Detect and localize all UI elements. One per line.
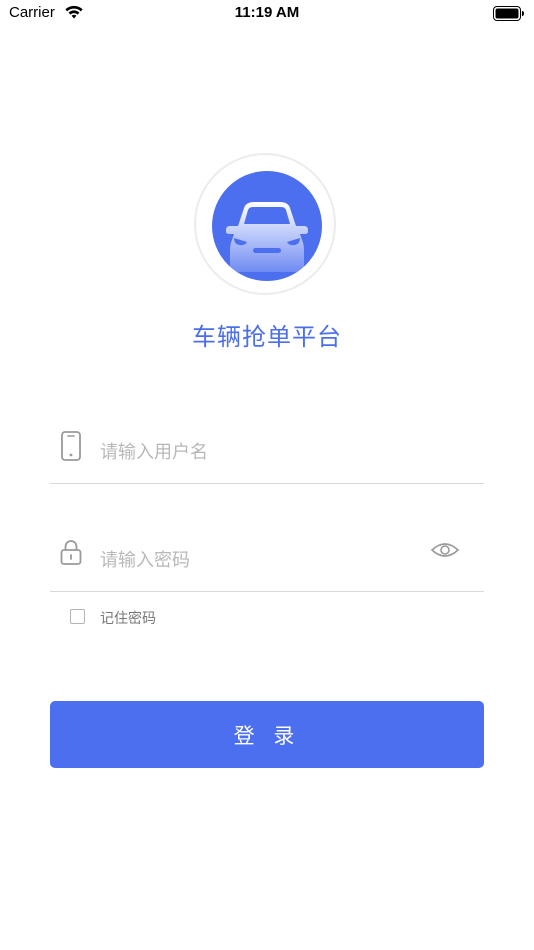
phone-icon	[61, 431, 81, 461]
username-underline	[50, 483, 484, 484]
login-button[interactable]: 登 录	[50, 701, 484, 768]
password-field	[50, 534, 484, 592]
eye-icon[interactable]	[430, 540, 460, 560]
app-title: 车辆抢单平台	[192, 323, 342, 351]
password-input[interactable]	[100, 540, 400, 580]
password-underline	[50, 591, 484, 592]
clock: 11:19 AM	[234, 4, 300, 21]
status-bar: Carrier 11:19 AM	[0, 0, 534, 28]
car-icon	[226, 202, 308, 272]
remember-checkbox[interactable]	[70, 609, 85, 624]
username-input[interactable]	[100, 432, 400, 472]
remember-label: 记住密码	[100, 611, 156, 627]
lock-icon	[60, 540, 82, 565]
username-field	[50, 426, 484, 484]
battery-icon	[493, 6, 524, 21]
